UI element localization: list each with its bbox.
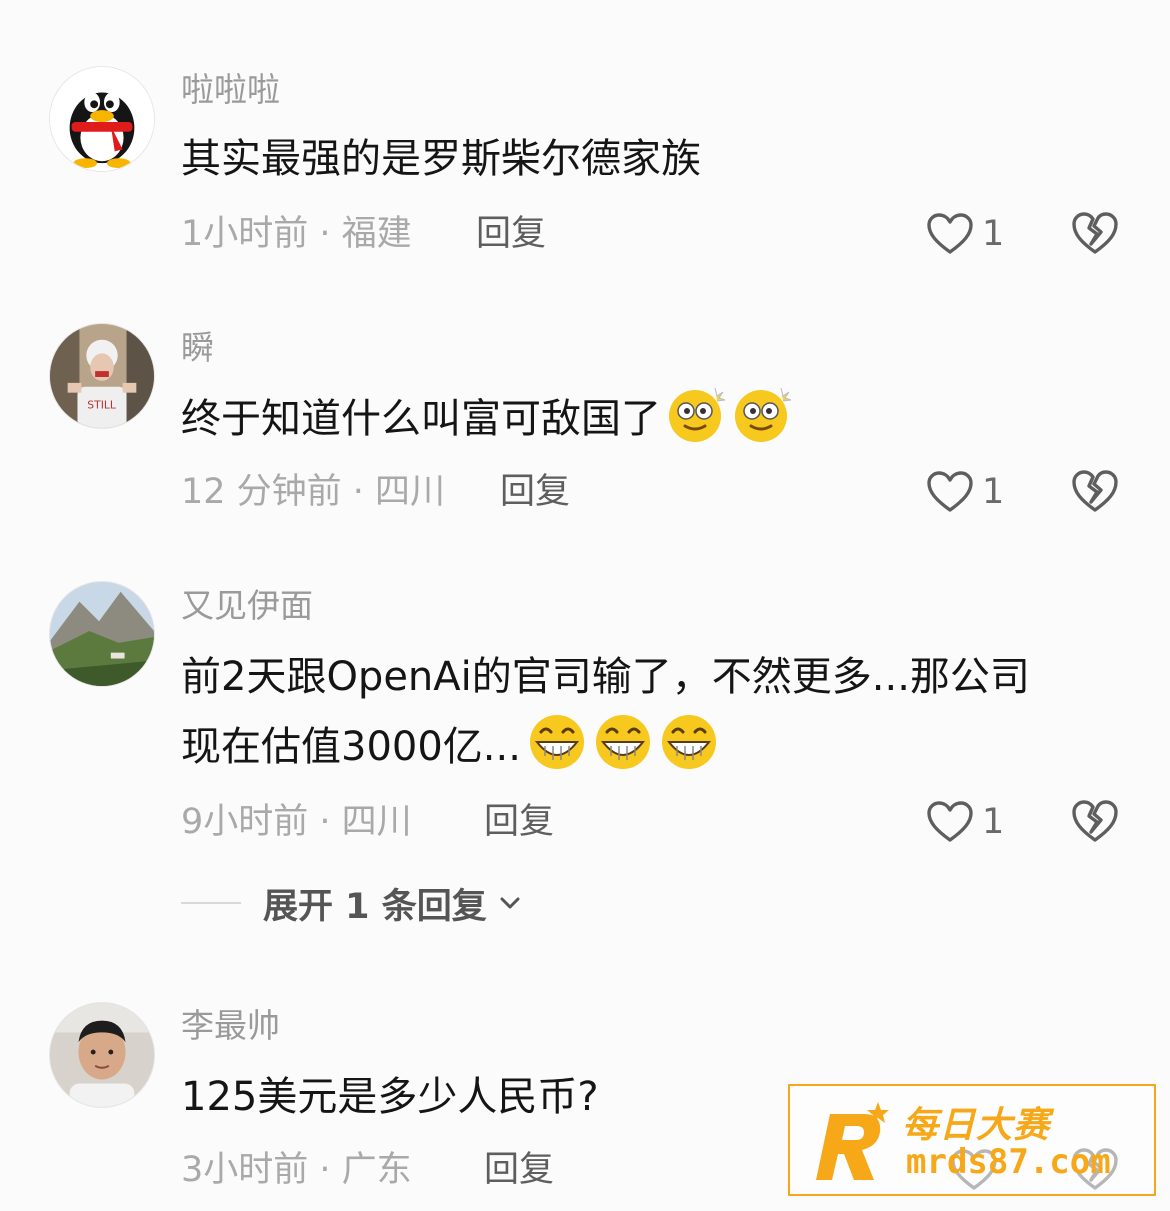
comment-meta: 3小时前 · 广东 (181, 1150, 412, 1190)
like-button[interactable]: 1 (926, 468, 1004, 516)
expand-replies-button[interactable]: 展开 1 条回复 (181, 879, 523, 927)
comment-text: 其实最强的是罗斯柴尔德家族 (181, 136, 701, 182)
avatar[interactable] (49, 66, 155, 172)
comment-text-line-2: 现在估值3000亿... (181, 712, 1111, 782)
chevron-down-icon (500, 897, 520, 909)
comment-text: 终于知道什么叫富可敌国了 (181, 384, 1111, 454)
divider-line (181, 902, 241, 904)
like-count: 1 (982, 214, 1005, 254)
dislike-button[interactable] (1071, 468, 1119, 514)
grin-face-icon (595, 715, 650, 769)
like-count: 1 (982, 802, 1005, 842)
avatar[interactable] (49, 1002, 155, 1108)
comment-text-line: 前2天跟OpenAi的官司输了，不然更多...那公司 (181, 654, 1030, 700)
comment-text: 前2天跟OpenAi的官司输了，不然更多...那公司 现在估值3000亿... (181, 642, 1111, 782)
heart-icon (927, 471, 973, 512)
dizzy-face-icon (735, 387, 792, 442)
grin-face-icon (661, 715, 716, 769)
avatar[interactable] (49, 581, 155, 687)
broken-heart-icon (1072, 800, 1118, 842)
dislike-button[interactable] (1071, 798, 1119, 844)
like-button[interactable]: 1 (926, 798, 1004, 846)
broken-heart-icon (1072, 212, 1118, 254)
watermark-logo-icon (816, 1102, 889, 1180)
heart-icon (927, 213, 973, 254)
comment-text-body: 现在估值3000亿... (181, 724, 521, 770)
dislike-button[interactable] (1071, 210, 1119, 256)
comment-meta: 9小时前 · 四川 (181, 802, 412, 842)
watermark-url: mrds87.com (906, 1142, 1111, 1182)
comment-meta: 12 分钟前 · 四川 (181, 472, 446, 512)
dizzy-face-icon (669, 387, 726, 442)
svg-text:STILL: STILL (87, 398, 116, 411)
username[interactable]: 又见伊面 (181, 586, 313, 626)
heart-icon (927, 801, 973, 842)
broken-heart-icon (1072, 470, 1118, 512)
expand-replies-label: 展开 1 条回复 (263, 886, 487, 927)
username[interactable]: 瞬 (181, 328, 214, 368)
username[interactable]: 啦啦啦 (181, 70, 280, 110)
username[interactable]: 李最帅 (181, 1006, 280, 1046)
like-count: 1 (982, 472, 1005, 512)
reply-button[interactable]: 回复 (500, 470, 570, 514)
reply-button[interactable]: 回复 (484, 1148, 554, 1192)
watermark: 每日大赛 mrds87.com (788, 1084, 1156, 1196)
reply-button[interactable]: 回复 (476, 212, 546, 256)
watermark-title: 每日大赛 (902, 1105, 1051, 1146)
grin-face-icon (529, 715, 584, 769)
comment-text-body: 终于知道什么叫富可敌国了 (181, 396, 661, 442)
comment-meta: 1小时前 · 福建 (181, 214, 412, 254)
avatar[interactable]: STILL (49, 323, 155, 429)
reply-button[interactable]: 回复 (484, 800, 554, 844)
like-button[interactable]: 1 (926, 210, 1004, 258)
